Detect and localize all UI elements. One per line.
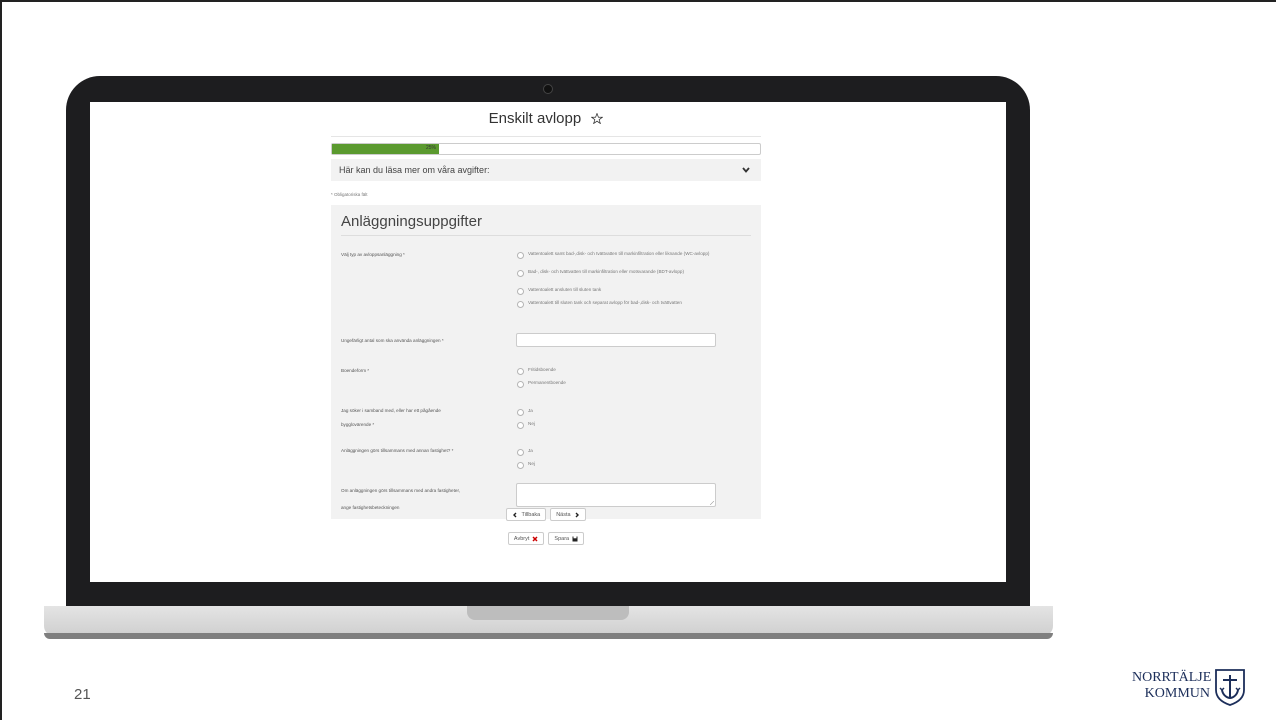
housing-option[interactable]: Permanentboende: [517, 380, 727, 388]
action-buttons: Avbryt Spara: [331, 532, 761, 545]
property-label-line1: Om anläggningen görs tillsammans med and…: [341, 488, 460, 493]
shared-option[interactable]: Nej: [517, 461, 727, 469]
chevron-left-icon: [513, 512, 517, 517]
radio-icon[interactable]: [517, 251, 524, 259]
accordion-label: Här kan du läsa mer om våra avgifter:: [339, 165, 490, 175]
housing-label: Boendeform *: [341, 368, 370, 373]
camera-icon: [543, 84, 553, 94]
type-option[interactable]: Vattentoalett till sluten tank och separ…: [517, 300, 727, 308]
shared-label: Anläggningen görs tillsammans med annan …: [341, 448, 454, 453]
radio-icon[interactable]: [517, 269, 524, 277]
shared-option[interactable]: Ja: [517, 448, 727, 456]
page-number: 21: [74, 686, 91, 703]
progress-fill: [332, 144, 439, 154]
type-label: Välj typ av avloppsanläggning *: [341, 252, 405, 257]
save-button[interactable]: Spara: [548, 532, 585, 545]
close-icon: [532, 535, 538, 542]
property-textarea[interactable]: [516, 483, 716, 507]
radio-icon[interactable]: [517, 421, 524, 429]
type-option[interactable]: Bad-, disk- och tvättvatten till markinf…: [517, 269, 727, 277]
chevron-down-icon: [742, 167, 750, 173]
laptop-screen: Enskilt avlopp 25% Här kan du läsa mer o…: [90, 102, 1006, 582]
count-label: Ungefärligt antal som ska använda anlägg…: [341, 338, 444, 343]
radio-icon[interactable]: [517, 408, 524, 416]
radio-icon[interactable]: [517, 461, 524, 469]
laptop-base-shadow: [44, 633, 1053, 639]
radio-icon[interactable]: [517, 287, 524, 295]
section-title: Anläggningsuppgifter: [341, 213, 482, 230]
fees-accordion[interactable]: Här kan du läsa mer om våra avgifter:: [331, 159, 761, 181]
permit-option[interactable]: Ja: [517, 408, 727, 416]
anchor-shield-icon: [1215, 669, 1245, 706]
nav-buttons: Tillbaka Nästa: [331, 508, 761, 521]
permit-label-line1: Jag söker i samband med, eller har ett p…: [341, 408, 441, 413]
form-title: Enskilt avlopp: [488, 110, 582, 127]
laptop-notch: [467, 606, 629, 620]
radio-icon[interactable]: [517, 448, 524, 456]
count-input[interactable]: [516, 333, 716, 347]
star-outline-icon[interactable]: [590, 112, 604, 125]
laptop-frame: Enskilt avlopp 25% Här kan du läsa mer o…: [66, 76, 1030, 618]
radio-icon[interactable]: [517, 300, 524, 308]
progress-bar: 25%: [331, 143, 761, 155]
logo-text: NORRTÄLJE KOMMUN: [1132, 670, 1212, 701]
housing-option[interactable]: Fritidsboende: [517, 367, 727, 375]
facility-panel: Anläggningsuppgifter Välj typ av avlopps…: [331, 205, 761, 519]
type-option[interactable]: Vattentoalett ansluten till sluten tank: [517, 287, 727, 295]
back-button[interactable]: Tillbaka: [506, 508, 547, 521]
required-note: * Obligatoriska fält: [331, 192, 368, 197]
section-divider: [341, 235, 751, 236]
cancel-button[interactable]: Avbryt: [507, 532, 545, 545]
form-title-row: Enskilt avlopp: [331, 110, 761, 132]
radio-icon[interactable]: [517, 380, 524, 388]
form: Enskilt avlopp 25% Här kan du läsa mer o…: [331, 102, 761, 545]
permit-label-line2: bygglovärende *: [341, 422, 375, 427]
norrtalje-logo: NORRTÄLJE KOMMUN: [1132, 666, 1252, 712]
save-icon: [572, 536, 578, 541]
laptop-base: [44, 606, 1053, 636]
title-divider: [331, 136, 761, 137]
next-button[interactable]: Nästa: [550, 508, 586, 521]
progress-label: 25%: [426, 145, 437, 151]
radio-icon[interactable]: [517, 367, 524, 375]
type-option[interactable]: Vattentoalett samt bad-,disk- och tvättv…: [517, 251, 727, 259]
chevron-right-icon: [575, 512, 579, 517]
permit-option[interactable]: Nej: [517, 421, 727, 429]
resize-handle-icon[interactable]: [710, 501, 714, 505]
